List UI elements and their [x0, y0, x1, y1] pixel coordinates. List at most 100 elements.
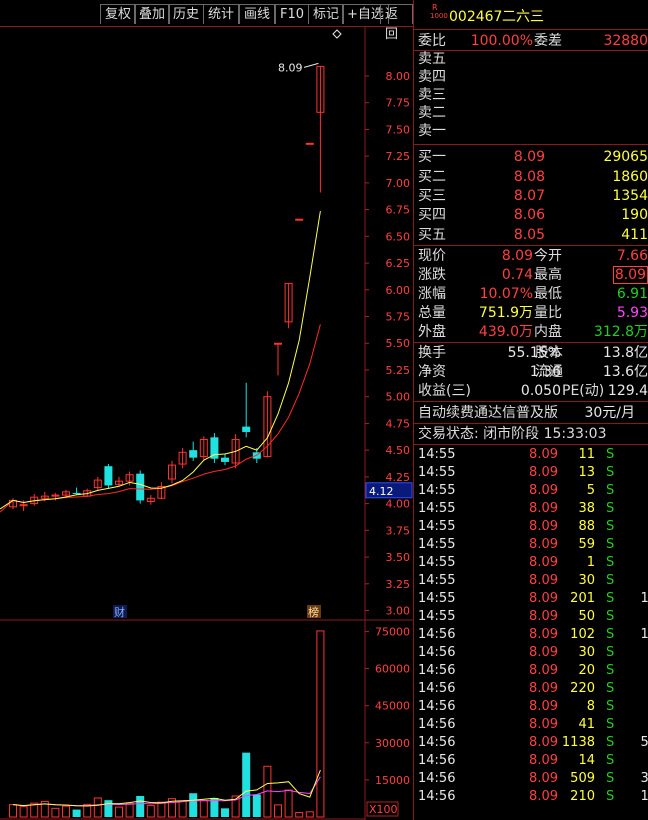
tick-row[interactable]: 14:558.0911S2 — [414, 446, 648, 464]
promo-row[interactable]: 自动续费通达信普及版 30元/月 — [414, 404, 648, 422]
tick-row[interactable]: 14:568.098S2 — [414, 698, 648, 716]
tick-side: S — [606, 465, 615, 480]
tick-row[interactable]: 14:568.0920S5 — [414, 662, 648, 680]
tick-row[interactable]: 14:56 8.091138 S 54 — [414, 734, 648, 752]
tick-time: 14:55 — [418, 519, 456, 534]
stat-value: 5.93 — [616, 305, 648, 321]
tick-row[interactable]: 14:56 8.09 102 S 13 — [414, 626, 648, 644]
sell-3-row[interactable]: 卖三 — [414, 86, 648, 104]
list-marker: 榜 — [308, 605, 319, 619]
kline-chart[interactable]: 8.00 7.75 7.50 7.25 7.00 6.75 6.50 6.25 6.00 5.75… — [0, 27, 413, 820]
tick-row[interactable]: 14:558.091S1 — [414, 554, 648, 572]
sell-1-row[interactable]: 卖一 — [414, 122, 648, 140]
candle-body — [72, 492, 81, 494]
buy-5-row[interactable]: 买五 8.05 411 — [414, 226, 648, 244]
draw-line-button[interactable]: 画线 — [239, 4, 276, 24]
tick-volume: 8 — [586, 699, 595, 714]
tick-price: 8.09 — [529, 735, 558, 750]
tick-time: 14:55 — [418, 501, 456, 516]
tick-volume: 30 — [578, 573, 595, 588]
webi-label: 委比 — [418, 33, 446, 49]
promo-price[interactable]: 30元/月 — [584, 404, 635, 422]
tick-row[interactable]: 14:558.0950S1 — [414, 608, 648, 626]
candle-body — [104, 466, 113, 486]
price-tick-label: 7.50 — [386, 123, 411, 136]
tick-side: S — [606, 663, 615, 678]
price-tick-label: 6.25 — [386, 257, 411, 270]
mark-button[interactable]: 标记 — [308, 4, 345, 24]
volume-bar — [221, 808, 229, 817]
tick-row[interactable]: 14:558.0988S2 — [414, 518, 648, 536]
tick-row[interactable]: 14:558.0930S3 — [414, 572, 648, 590]
tick-row[interactable]: 14:568.0930S3 — [414, 644, 648, 662]
promo-text[interactable]: 自动续费通达信普及版 — [418, 404, 558, 422]
stat-label: 总量 — [418, 305, 446, 321]
tick-volume: 59 — [578, 537, 595, 552]
buy-1-row[interactable]: 买一 8.09 29065 — [414, 148, 648, 166]
statistics-button[interactable]: 统计 — [203, 4, 240, 24]
tick-side: S — [606, 717, 615, 732]
sell-5-row[interactable]: 卖五 — [414, 50, 648, 68]
tick-row[interactable]: 14:55 8.09 201 S 11 — [414, 590, 648, 608]
price-tick-label: 6.50 — [386, 230, 411, 243]
stat-value: 129.4 — [607, 383, 648, 399]
sell-label: 卖三 — [418, 87, 446, 103]
tick-price: 8.09 — [529, 627, 558, 642]
fuquan-button[interactable]: 复权 — [100, 4, 137, 24]
buy-4-row[interactable]: 买四 8.06 190 — [414, 206, 648, 224]
sell-4-row[interactable]: 卖四 — [414, 68, 648, 86]
volume-bar — [51, 807, 60, 818]
tick-side: S — [606, 555, 615, 570]
outer-inner-row: 外盘 439.0万 内盘 312.8万 — [414, 323, 648, 341]
buy-2-row[interactable]: 买二 8.08 1860 — [414, 168, 648, 186]
price-tick-label: 3.00 — [386, 605, 411, 618]
buy-3-row[interactable]: 买三 8.07 1354 — [414, 187, 648, 205]
volume-ma5-line — [12, 769, 321, 807]
history-button[interactable]: 历史 — [168, 4, 205, 24]
stat-label: 净资 — [418, 364, 446, 380]
tick-row[interactable]: 14:568.0941S3 — [414, 716, 648, 734]
turnover-row: 换手 55.15% 股本 13.8亿 — [414, 344, 648, 362]
price-tick-label: 7.25 — [386, 150, 411, 163]
tick-row[interactable]: 14:558.095S1 — [414, 482, 648, 500]
candle-body — [210, 437, 219, 459]
pct-row: 涨幅 10.07% 最低 6.91 — [414, 285, 648, 303]
buy-label: 买三 — [418, 188, 446, 204]
price-tick-label: 7.75 — [386, 97, 411, 110]
order-ratio-row: 委比 100.00% 委差 32880 — [414, 32, 648, 50]
divider — [414, 444, 648, 445]
buy-label: 买五 — [418, 227, 446, 243]
tick-row[interactable]: 14:568.09220S3 — [414, 680, 648, 698]
overlay-button[interactable]: 叠加 — [134, 4, 171, 24]
tick-row[interactable]: 14:558.0913S2 — [414, 464, 648, 482]
volume-bar — [136, 795, 145, 817]
weicha-value: 32880 — [603, 33, 648, 49]
volume-bar — [284, 789, 293, 818]
volume-tick-label: 15000 — [375, 774, 410, 787]
tick-time: 14:56 — [418, 627, 456, 642]
tick-volume: 30 — [578, 645, 595, 660]
sell-2-row[interactable]: 卖二 — [414, 104, 648, 122]
tick-row[interactable]: 14:568.0914S3 — [414, 752, 648, 770]
net-assets-row: 净资 1.36 流通 13.6亿 — [414, 363, 648, 381]
tick-row[interactable]: 14:56 8.09 210 S 15 — [414, 788, 648, 806]
tick-volume: 201 — [570, 591, 595, 606]
tick-time: 14:55 — [418, 573, 456, 588]
back-button[interactable]: 返回 — [380, 4, 413, 42]
volume-tick-label: 75000 — [375, 625, 410, 638]
candle-body — [274, 342, 282, 345]
tick-row[interactable]: 14:56 8.09 509 S 34 — [414, 770, 648, 788]
tick-time: 14:56 — [418, 753, 456, 768]
f10-button[interactable]: F10 — [275, 4, 310, 24]
tick-side: S — [606, 501, 615, 516]
tick-time: 14:56 — [418, 789, 456, 804]
tick-side: S — [606, 681, 615, 696]
candle-body — [221, 457, 229, 462]
tick-row[interactable]: 14:558.0959S3 — [414, 536, 648, 554]
tick-price: 8.09 — [529, 447, 558, 462]
tick-row[interactable]: 14:558.0938S3 — [414, 500, 648, 518]
tick-volume: 13 — [578, 465, 595, 480]
candle-body — [136, 473, 145, 501]
stat-label: 涨幅 — [418, 286, 446, 302]
change-row: 涨跌 0.74 最高 8.09 — [414, 266, 648, 284]
